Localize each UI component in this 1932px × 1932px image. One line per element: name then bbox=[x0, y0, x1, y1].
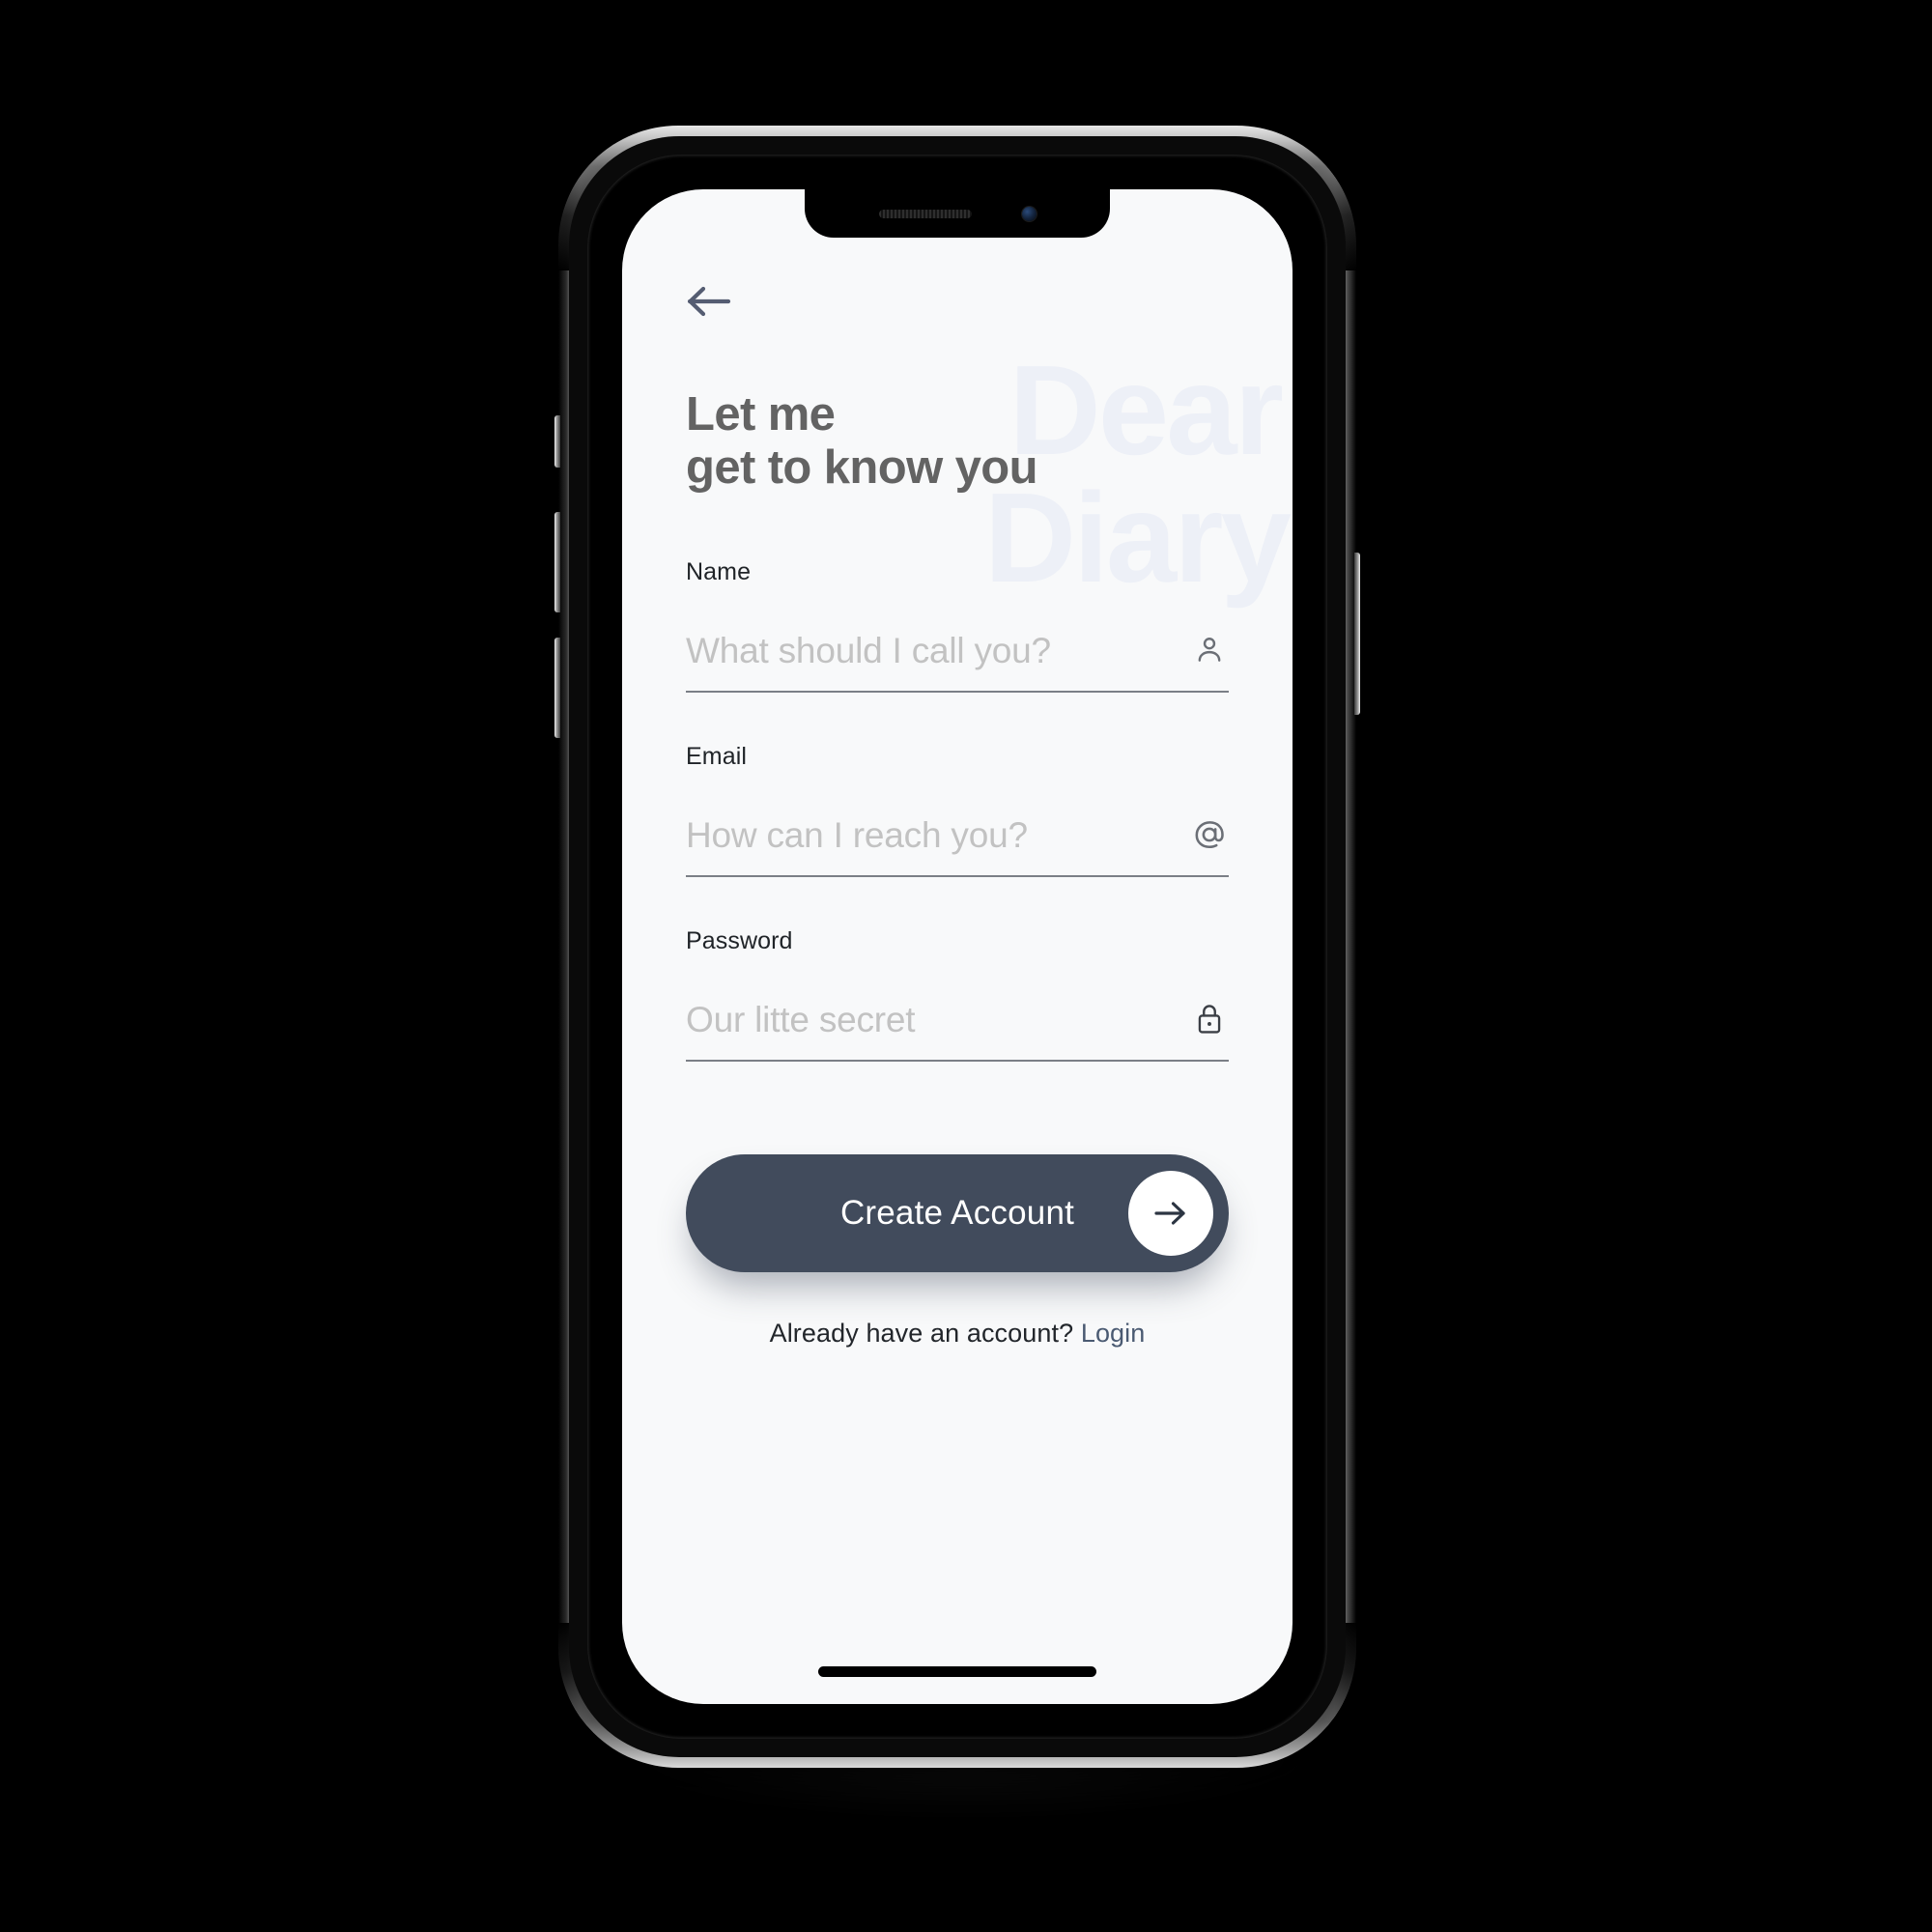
field-name: Name What should I call you? bbox=[686, 558, 1229, 693]
back-button[interactable] bbox=[686, 274, 740, 328]
field-spacer bbox=[686, 700, 1229, 743]
field-email-label: Email bbox=[686, 742, 748, 770]
lock-icon bbox=[1190, 1000, 1229, 1038]
person-icon bbox=[1190, 631, 1229, 669]
create-account-button[interactable]: Create Account bbox=[686, 1153, 1229, 1272]
arrow-right-icon bbox=[1128, 1170, 1213, 1256]
login-prompt: Already have an account? Login bbox=[686, 1319, 1229, 1349]
field-spacer bbox=[686, 885, 1229, 927]
phone-device: Dear Diary Let me get to know you Name W… bbox=[554, 126, 1360, 1768]
screenshot-stage: Dear Diary Let me get to know you Name W… bbox=[0, 0, 1932, 1932]
signup-form: Name What should I call you? Email How c… bbox=[686, 558, 1229, 1062]
field-password-row[interactable]: Our litte secret bbox=[686, 1000, 1229, 1062]
arrow-left-icon bbox=[687, 286, 731, 317]
home-indicator[interactable] bbox=[818, 1666, 1096, 1677]
phone-screen: Dear Diary Let me get to know you Name W… bbox=[622, 189, 1293, 1704]
page-title: Let me get to know you bbox=[686, 388, 1229, 495]
field-name-label: Name bbox=[686, 557, 752, 585]
name-input[interactable]: What should I call you? bbox=[686, 631, 1051, 671]
device-body: Dear Diary Let me get to know you Name W… bbox=[569, 136, 1346, 1757]
password-input[interactable]: Our litte secret bbox=[686, 1000, 916, 1040]
power-button[interactable] bbox=[1354, 553, 1360, 715]
field-name-row[interactable]: What should I call you? bbox=[686, 631, 1229, 693]
field-email-row[interactable]: How can I reach you? bbox=[686, 815, 1229, 877]
login-prompt-text: Already have an account? bbox=[769, 1318, 1074, 1348]
volume-down-button[interactable] bbox=[554, 638, 560, 738]
field-email: Email How can I reach you? bbox=[686, 743, 1229, 877]
field-password-label: Password bbox=[686, 926, 793, 954]
email-input[interactable]: How can I reach you? bbox=[686, 815, 1028, 856]
device-notch bbox=[805, 189, 1110, 238]
front-camera-icon bbox=[1021, 206, 1037, 221]
at-sign-icon bbox=[1190, 815, 1229, 854]
volume-up-button[interactable] bbox=[554, 512, 560, 612]
silence-switch[interactable] bbox=[554, 415, 560, 468]
create-account-label: Create Account bbox=[839, 1193, 1075, 1232]
login-link[interactable]: Login bbox=[1081, 1319, 1146, 1348]
device-bezel: Dear Diary Let me get to know you Name W… bbox=[587, 155, 1327, 1739]
page-title-line2: get to know you bbox=[686, 440, 1038, 494]
signup-screen: Dear Diary Let me get to know you Name W… bbox=[622, 189, 1293, 1704]
page-title-line1: Let me bbox=[686, 388, 836, 440]
speaker-grille-icon bbox=[878, 209, 972, 218]
field-password: Password Our litte secret bbox=[686, 927, 1229, 1062]
primary-action-wrapper: Create Account bbox=[686, 1153, 1229, 1272]
